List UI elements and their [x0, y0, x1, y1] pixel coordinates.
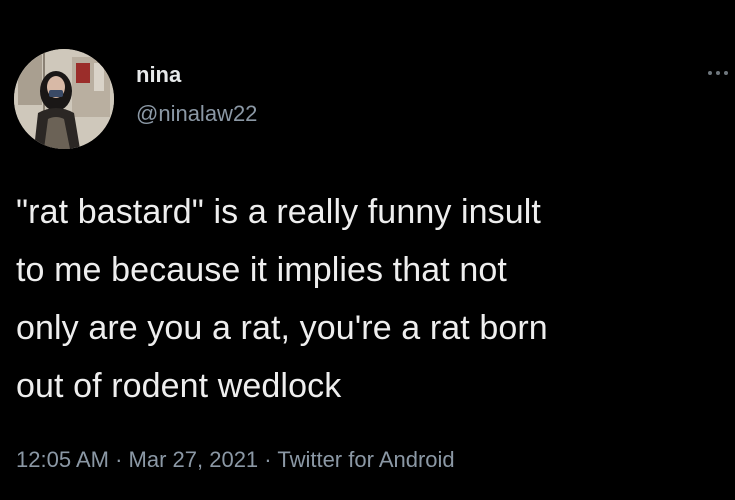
tweet-text-line: to me because it implies that not	[16, 251, 507, 289]
more-dot	[716, 71, 720, 75]
tweet-text: "rat bastard" is a really funny insult t…	[16, 183, 731, 415]
more-dot	[708, 71, 712, 75]
user-handle[interactable]: @ninalaw22	[136, 101, 257, 127]
meta-separator: ·	[264, 447, 272, 472]
avatar[interactable]	[14, 49, 114, 149]
tweet: nina @ninalaw22 "rat bastard" is a reall…	[0, 0, 735, 500]
tweet-time[interactable]: 12:05 AM	[16, 447, 109, 472]
display-name[interactable]: nina	[136, 62, 181, 88]
more-options-icon[interactable]	[708, 68, 732, 78]
profile-photo-icon	[14, 49, 114, 149]
tweet-text-line: only are you a rat, you're a rat born	[16, 309, 548, 347]
tweet-date[interactable]: Mar 27, 2021	[129, 447, 259, 472]
tweet-source[interactable]: Twitter for Android	[277, 447, 454, 472]
more-dot	[724, 71, 728, 75]
tweet-text-line: out of rodent wedlock	[16, 367, 342, 405]
meta-separator: ·	[115, 447, 123, 472]
tweet-text-line: "rat bastard" is a really funny insult	[16, 193, 541, 231]
tweet-meta: 12:05 AM · Mar 27, 2021 · Twitter for An…	[16, 446, 455, 474]
